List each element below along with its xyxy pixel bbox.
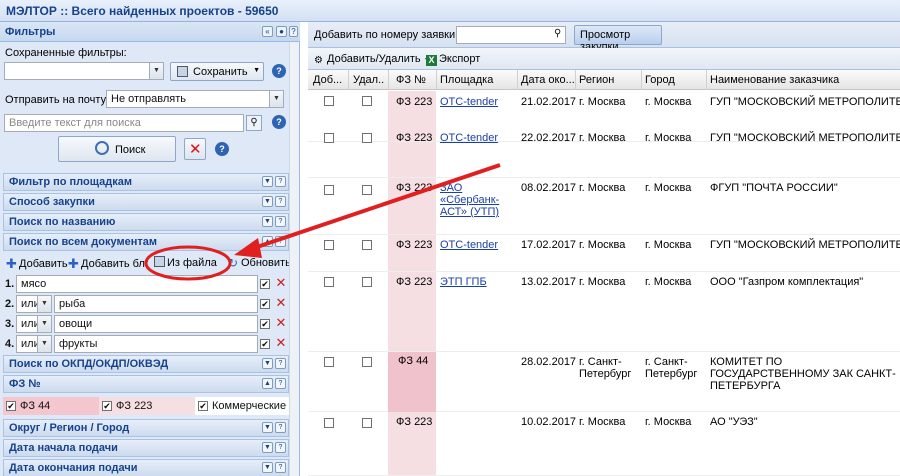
arrowhead bbox=[234, 238, 262, 258]
highlight-circle bbox=[144, 245, 232, 281]
annotation-overlay bbox=[144, 163, 501, 281]
annotation-arrow bbox=[247, 163, 501, 252]
